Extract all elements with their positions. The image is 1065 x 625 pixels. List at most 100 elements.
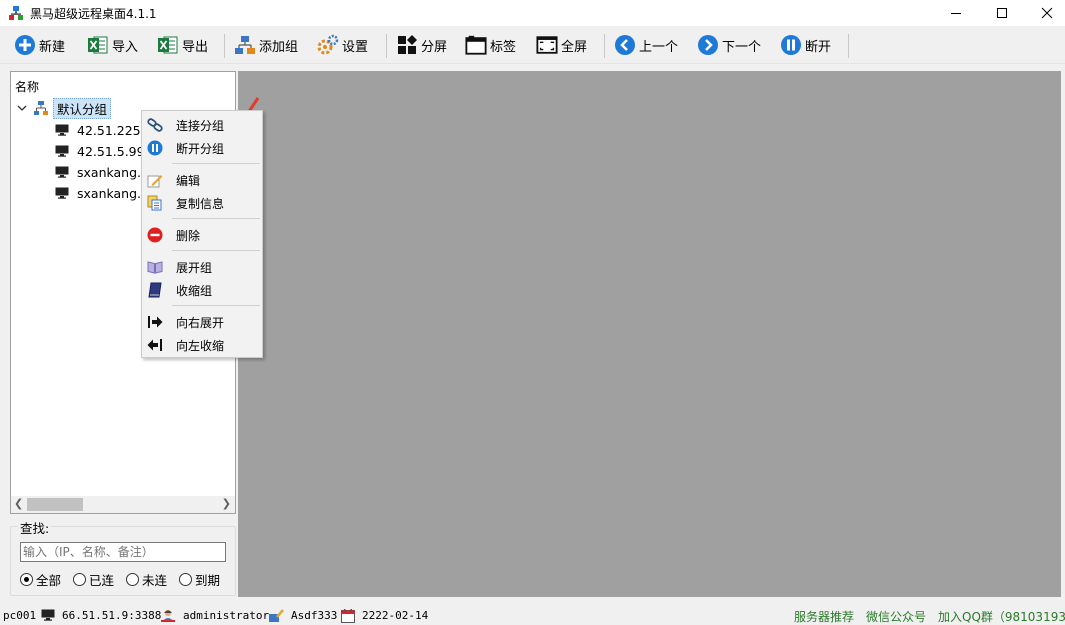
menu-item-label: 向右展开	[176, 315, 225, 330]
expand-right-icon	[147, 314, 163, 330]
menu-separator	[172, 163, 260, 164]
split-screen-button[interactable]: 分屏	[396, 32, 447, 58]
menu-item-expand-group[interactable]: 展开组	[142, 256, 262, 278]
tabs-button[interactable]: 标签	[465, 32, 516, 58]
disconnect-label: 断开	[805, 39, 832, 55]
network-group-icon	[33, 100, 49, 116]
status-name: pc001	[3, 609, 37, 622]
maximize-button[interactable]	[979, 0, 1025, 26]
menu-item-label: 编辑	[176, 173, 201, 188]
previous-button[interactable]: 上一个	[614, 32, 678, 58]
tree-group-label: 默认分组	[53, 97, 112, 119]
export-button[interactable]: 导出	[157, 32, 208, 58]
radio-all[interactable]: 全部	[20, 570, 61, 589]
new-button[interactable]: 新建	[14, 32, 65, 58]
toolbar-divider	[224, 34, 225, 58]
tree-item[interactable]: sxankang.w	[55, 183, 151, 203]
tabs-label: 标签	[490, 39, 517, 55]
settings-button[interactable]: 设置	[317, 32, 368, 58]
chevron-down-icon[interactable]	[15, 103, 29, 113]
radio-dot[interactable]	[73, 573, 86, 586]
excel-icon	[157, 34, 179, 56]
tree-header: 名称	[15, 80, 40, 94]
fullscreen-button[interactable]: 全屏	[536, 32, 587, 58]
monitor-icon	[55, 187, 69, 199]
radio-expired[interactable]: 到期	[179, 570, 220, 589]
menu-item-edit[interactable]: 编辑	[142, 169, 262, 191]
menu-item-collapse-left[interactable]: 向左收缩	[142, 334, 262, 356]
horizontal-scrollbar[interactable]: ❮ ❯	[11, 496, 235, 513]
status-user: administrator	[183, 609, 270, 622]
scrollbar-thumb[interactable]	[27, 498, 83, 511]
search-input[interactable]	[20, 542, 226, 562]
toolbar: 新建 导入 导出 添加组 设置 分屏 标签 全屏 上一个 下一个 断开	[0, 26, 1065, 64]
minimize-button[interactable]	[933, 0, 979, 26]
tree-group-default[interactable]: 默认分组	[15, 97, 112, 119]
pause-icon	[147, 140, 163, 156]
tree-item[interactable]: sxankang.w	[55, 162, 151, 182]
next-button[interactable]: 下一个	[697, 32, 761, 58]
menu-item-label: 收缩组	[176, 283, 213, 298]
scroll-left-arrow-icon[interactable]: ❮	[14, 497, 23, 510]
chevron-left-circle-icon	[614, 34, 636, 56]
edit-icon	[147, 172, 163, 188]
link-wechat-account[interactable]: 微信公众号	[866, 608, 926, 625]
search-label: 查找:	[18, 518, 52, 537]
menu-item-label: 断开分组	[176, 141, 225, 156]
radio-connected[interactable]: 已连	[73, 570, 114, 589]
fullscreen-icon	[536, 34, 558, 56]
scroll-right-arrow-icon[interactable]: ❯	[222, 497, 231, 510]
fullscreen-label: 全屏	[561, 39, 588, 55]
closed-book-icon	[147, 282, 163, 298]
previous-label: 上一个	[639, 39, 679, 55]
menu-item-label: 删除	[176, 228, 201, 243]
monitor-icon	[55, 124, 69, 136]
menu-separator	[172, 250, 260, 251]
remote-desktop-area[interactable]	[238, 71, 1061, 597]
menu-item-connect-group[interactable]: 连接分组	[142, 114, 262, 136]
toolbar-divider	[386, 34, 387, 58]
toolbar-divider	[604, 34, 605, 58]
menu-separator	[172, 305, 260, 306]
delete-icon	[147, 227, 163, 243]
radio-dot[interactable]	[179, 573, 192, 586]
title-bar: 黑马超级远程桌面4.1.1	[0, 0, 1065, 26]
toolbar-divider	[848, 34, 849, 58]
import-button[interactable]: 导入	[87, 32, 138, 58]
tree-item[interactable]: 42.51.225.4	[55, 120, 153, 140]
user-icon	[160, 609, 176, 623]
key-icon	[268, 609, 284, 623]
link-qq-group[interactable]: 加入QQ群（981031938）	[938, 608, 1065, 625]
new-label: 新建	[39, 39, 66, 55]
radio-all-label: 全部	[36, 573, 62, 588]
menu-item-collapse-group[interactable]: 收缩组	[142, 279, 262, 301]
link-server-recommend[interactable]: 服务器推荐	[794, 608, 854, 625]
next-label: 下一个	[722, 39, 762, 55]
menu-item-copy-info[interactable]: 复制信息	[142, 192, 262, 214]
menu-item-delete[interactable]: 删除	[142, 224, 262, 246]
radio-disconnected[interactable]: 未连	[126, 570, 167, 589]
monitor-icon	[55, 166, 69, 178]
app-logo-icon	[9, 6, 23, 20]
minimize-icon	[951, 13, 961, 14]
radio-dot[interactable]	[20, 573, 33, 586]
radio-disconnected-label: 未连	[142, 573, 168, 588]
context-menu: 连接分组 断开分组 编辑 复制信息 删除 展开组 收缩组 向右展开 向左收缩	[141, 110, 263, 358]
menu-item-disconnect-group[interactable]: 断开分组	[142, 137, 262, 159]
menu-item-expand-right[interactable]: 向右展开	[142, 311, 262, 333]
radio-dot[interactable]	[126, 573, 139, 586]
monitor-icon	[41, 609, 55, 621]
add-group-button[interactable]: 添加组	[234, 32, 298, 58]
monitor-icon	[55, 145, 69, 157]
network-group-icon	[234, 34, 256, 56]
excel-icon	[87, 34, 109, 56]
gear-icon	[317, 34, 339, 56]
open-book-icon	[147, 259, 163, 275]
window-title: 黑马超级远程桌面4.1.1	[30, 7, 157, 21]
menu-item-label: 复制信息	[176, 196, 225, 211]
split-screen-icon	[396, 34, 418, 56]
close-button[interactable]	[1024, 0, 1065, 26]
export-label: 导出	[182, 39, 209, 55]
status-address: 66.51.51.9:3388	[62, 609, 162, 622]
disconnect-button[interactable]: 断开	[780, 32, 831, 58]
